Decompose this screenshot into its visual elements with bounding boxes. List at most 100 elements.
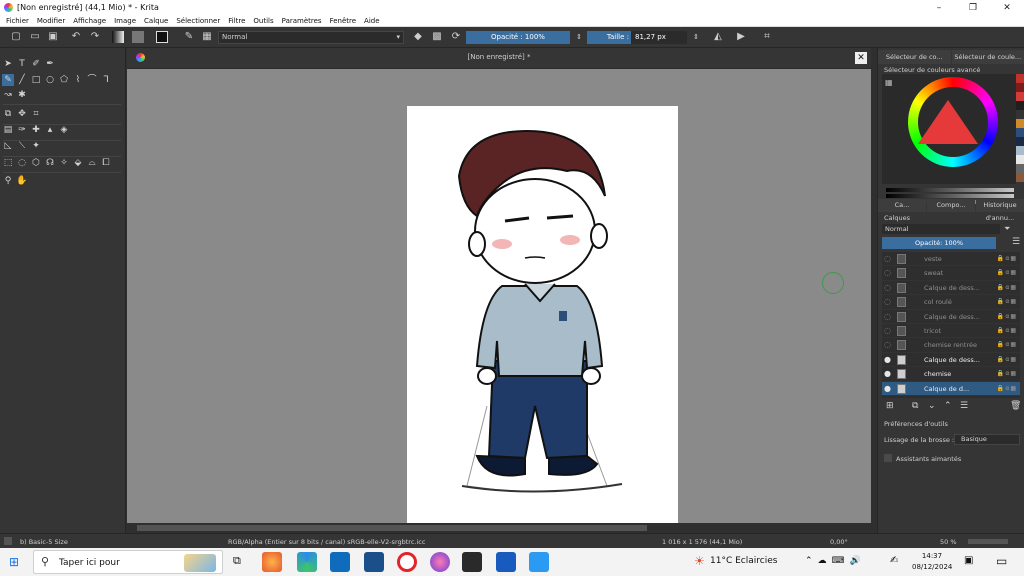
history-swatch[interactable] xyxy=(1016,173,1024,182)
layer-flags-icon[interactable]: 🔒α▦ xyxy=(997,341,1017,348)
rectangle-tool-icon[interactable]: □ xyxy=(30,74,42,86)
new-document-icon[interactable]: ▢ xyxy=(10,31,22,43)
crop-tool-icon[interactable]: ⌗ xyxy=(30,108,42,120)
opera-icon[interactable] xyxy=(397,552,417,572)
settings-icon[interactable]: ▦ xyxy=(885,78,893,87)
value-bar[interactable] xyxy=(886,194,1014,198)
tab-color-selector-alt[interactable]: Sélecteur de coule... xyxy=(951,50,1024,64)
polyline-tool-icon[interactable]: ⌇ xyxy=(72,74,84,86)
store-icon[interactable] xyxy=(364,552,384,572)
saturation-triangle[interactable] xyxy=(918,100,978,144)
blend-mode-select[interactable]: Normal ▾ xyxy=(218,31,404,44)
xd-app-icon[interactable]: ▣ xyxy=(964,555,973,566)
ellipse-tool-icon[interactable]: ○ xyxy=(44,74,56,86)
history-swatch[interactable] xyxy=(1016,146,1024,155)
opacity-slider[interactable]: Opacité : 100% xyxy=(466,31,570,44)
eye-icon[interactable]: ● xyxy=(884,384,894,394)
open-folder-icon[interactable]: ▭ xyxy=(29,31,41,43)
layer-row-selected[interactable]: ● Calque de d... 🔒α▦ xyxy=(882,381,1020,396)
history-swatch[interactable] xyxy=(1016,164,1024,173)
taskbar-search[interactable]: ⚲ Taper ici pour xyxy=(33,550,223,574)
close-window-button[interactable]: ✕ xyxy=(990,0,1024,15)
delete-layer-icon[interactable]: 🗑 xyxy=(1010,401,1021,411)
line-tool-icon[interactable]: ╱ xyxy=(16,74,28,86)
history-swatch[interactable] xyxy=(1016,128,1024,137)
krita-taskbar-icon[interactable] xyxy=(430,552,450,572)
measure-tool-icon[interactable]: ⟍ xyxy=(16,140,28,152)
freehand-path-icon[interactable]: ᒣ xyxy=(100,74,112,86)
pan-tool-icon[interactable]: ✋ xyxy=(16,175,28,187)
menu-aide[interactable]: Aide xyxy=(364,17,379,25)
foreground-color-icon[interactable] xyxy=(156,31,168,43)
history-swatch[interactable] xyxy=(1016,119,1024,128)
layer-row[interactable]: ◌ Calque de dess... 🔒α▦ xyxy=(882,310,1020,324)
visibility-icon[interactable]: ◌ xyxy=(884,312,894,322)
menu-calque[interactable]: Calque xyxy=(144,17,168,25)
layer-row[interactable]: ● Calque de dess... 🔒α▦ xyxy=(882,353,1020,368)
tray-icons[interactable]: ⌃☁⌨🔊 xyxy=(805,556,866,566)
photos-icon[interactable] xyxy=(462,552,482,572)
layers-blend-mode[interactable]: Normal xyxy=(882,224,1000,234)
brush-size-slider[interactable]: Taille : 81,27 px xyxy=(587,31,687,44)
tab-undo-history[interactable]: Historique d'annu... xyxy=(976,199,1024,222)
dynamic-brush-icon[interactable]: ↝ xyxy=(2,89,14,101)
move-tool-icon[interactable]: ✥ xyxy=(16,108,28,120)
gradient-tool-icon[interactable]: ▤ xyxy=(2,124,14,136)
history-swatch[interactable] xyxy=(1016,155,1024,164)
add-layer-icon[interactable]: ⊞ xyxy=(886,401,894,411)
polygon-tool-icon[interactable]: ⬠ xyxy=(58,74,70,86)
tab-ca[interactable]: Ca... xyxy=(878,199,926,212)
advanced-color-selector[interactable]: ▦ xyxy=(882,74,1016,204)
select-tool-icon[interactable]: ➤ xyxy=(2,58,14,70)
maximize-button[interactable]: ❐ xyxy=(956,0,990,15)
canvas-viewport[interactable] xyxy=(127,69,871,523)
layer-properties-icon[interactable]: ☰ xyxy=(960,401,968,411)
windows-start-icon[interactable]: ⊞ xyxy=(9,555,19,569)
menu-parametres[interactable]: Paramètres xyxy=(282,17,322,25)
document-tab[interactable]: [Non enregistré] * xyxy=(127,53,871,61)
brush-preset-icon[interactable]: ✎ xyxy=(183,31,195,43)
layer-row[interactable]: ◌ chemise rentrée 🔒α▦ xyxy=(882,338,1020,353)
firefox-icon[interactable] xyxy=(262,552,282,572)
color-history-strip[interactable] xyxy=(1016,74,1024,190)
menu-filtre[interactable]: Filtre xyxy=(228,17,245,25)
menu-fichier[interactable]: Fichier xyxy=(6,17,29,25)
close-document-icon[interactable]: ✕ xyxy=(855,52,867,64)
undo-icon[interactable]: ↶ xyxy=(70,31,82,43)
remote-desktop-icon[interactable] xyxy=(529,552,549,572)
menu-selectionner[interactable]: Sélectionner xyxy=(176,17,220,25)
multibrush-icon[interactable]: ✱ xyxy=(16,89,28,101)
menu-image[interactable]: Image xyxy=(114,17,136,25)
notifications-icon[interactable]: ▭ xyxy=(996,554,1007,568)
snap-assistants-checkbox[interactable]: Assistants aimantés xyxy=(884,454,961,463)
reference-tool-icon[interactable]: ✦ xyxy=(30,140,42,152)
zoom-slider[interactable] xyxy=(968,539,1008,544)
layer-row[interactable]: ◌ sweat 🔒α▦ xyxy=(882,266,1020,281)
color-sampler-icon[interactable]: ✑ xyxy=(16,124,28,136)
magnetic-select-icon[interactable]: ⧠ xyxy=(100,157,112,169)
bezier-select-icon[interactable]: ⌓ xyxy=(86,157,98,169)
layer-row[interactable]: ◌ tricot 🔒α▦ xyxy=(882,324,1020,339)
move-down-icon[interactable]: ⌄ xyxy=(928,401,936,411)
history-swatch[interactable] xyxy=(1016,110,1024,119)
value-bar[interactable] xyxy=(886,188,1014,192)
minimize-button[interactable]: – xyxy=(922,0,956,15)
layer-flags-icon[interactable]: 🔒α▦ xyxy=(997,255,1017,262)
fill-tool-icon[interactable]: ▴ xyxy=(44,124,56,136)
layer-row[interactable]: ◌ col roulé 🔒α▦ xyxy=(882,295,1020,310)
reload-preset-icon[interactable]: ⟳ xyxy=(450,31,462,43)
checkbox-icon[interactable] xyxy=(884,454,892,462)
visibility-icon[interactable]: ◌ xyxy=(884,283,894,293)
layer-flags-icon[interactable]: 🔒α▦ xyxy=(997,313,1017,320)
polygon-select-icon[interactable]: ⬡ xyxy=(30,157,42,169)
history-swatch[interactable] xyxy=(1016,92,1024,101)
history-swatch[interactable] xyxy=(1016,137,1024,146)
canvas-paper[interactable] xyxy=(407,106,678,523)
task-view-icon[interactable]: ⧉ xyxy=(233,554,241,568)
menu-modifier[interactable]: Modifier xyxy=(37,17,65,25)
transform-tool-icon[interactable]: ⧉ xyxy=(2,108,14,120)
history-swatch[interactable] xyxy=(1016,83,1024,92)
visibility-icon[interactable]: ◌ xyxy=(884,254,894,264)
mirror-horizontal-icon[interactable]: ◭ xyxy=(712,31,724,43)
visibility-icon[interactable]: ◌ xyxy=(884,326,894,336)
